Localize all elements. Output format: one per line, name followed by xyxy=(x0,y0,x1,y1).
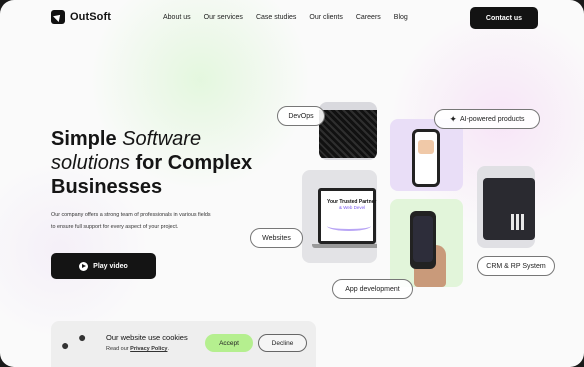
laptop-screen-subtitle: & Web Devel xyxy=(339,205,366,210)
logo-icon xyxy=(51,10,65,24)
decline-button[interactable]: Decline xyxy=(258,334,307,352)
cookie-title: Our website use cookies xyxy=(106,333,188,342)
nav-our-services[interactable]: Our services xyxy=(204,14,243,21)
ai-products-tag[interactable]: ✦ AI-powered products xyxy=(434,109,540,129)
sparkle-icon: ✦ xyxy=(449,113,457,124)
cookie-subtitle-text: . xyxy=(167,346,169,352)
brand-name: OutSoft xyxy=(70,11,112,23)
contact-us-button[interactable]: Contact us xyxy=(470,7,538,29)
cookie-subtitle-text: Read our xyxy=(106,346,131,352)
devops-image xyxy=(319,102,377,160)
page-frame: OutSoft About us Our services Case studi… xyxy=(0,0,584,367)
crm-image xyxy=(477,166,535,248)
nav-about-us[interactable]: About us xyxy=(163,14,191,21)
app-development-tag[interactable]: App development xyxy=(332,279,413,299)
crm-tag[interactable]: CRM & RP System xyxy=(477,256,555,276)
hero-title-part: Simple xyxy=(51,128,123,150)
tablet-icon xyxy=(483,178,535,240)
cookie-banner: ● ● Our website use cookies Read our Pri… xyxy=(51,321,316,367)
hero-title-part: Businesses xyxy=(51,176,163,198)
play-video-label: Play video xyxy=(93,262,128,270)
hero-title-italic: Software xyxy=(122,128,202,150)
hero-title-italic: solutions xyxy=(51,152,130,174)
hero-title: Simple Software solutions for Complex Bu… xyxy=(51,127,252,199)
devops-tag[interactable]: DevOps xyxy=(277,106,325,126)
phone-icon xyxy=(410,211,436,269)
brand-logo[interactable]: OutSoft xyxy=(51,10,111,24)
cookie-icon: ● xyxy=(78,329,87,345)
nav-blog[interactable]: Blog xyxy=(394,14,408,21)
play-icon xyxy=(79,261,89,271)
websites-image: Your Trusted Partner & Web Devel xyxy=(302,170,377,263)
main-nav: About us Our services Case studies Our c… xyxy=(163,14,408,21)
nav-case-studies[interactable]: Case studies xyxy=(256,14,296,21)
play-video-button[interactable]: Play video xyxy=(51,253,156,279)
nav-our-clients[interactable]: Our clients xyxy=(309,14,342,21)
ai-products-label: AI-powered products xyxy=(459,115,525,123)
ai-products-image xyxy=(390,119,463,191)
cookie-icon: ● xyxy=(61,337,70,353)
hero-description: Our company offers a strong team of prof… xyxy=(51,212,211,230)
laptop-icon: Your Trusted Partner & Web Devel xyxy=(318,188,376,244)
phone-icon xyxy=(412,129,440,187)
hero-title-part: for Complex xyxy=(129,152,253,174)
app-development-image xyxy=(390,199,463,287)
nav-careers[interactable]: Careers xyxy=(356,14,381,21)
privacy-policy-link[interactable]: Privacy Policy xyxy=(130,346,167,352)
accept-button[interactable]: Accept xyxy=(205,334,253,352)
websites-tag[interactable]: Websites xyxy=(250,228,303,248)
cookie-subtitle: Read our Privacy Policy. xyxy=(106,346,169,352)
